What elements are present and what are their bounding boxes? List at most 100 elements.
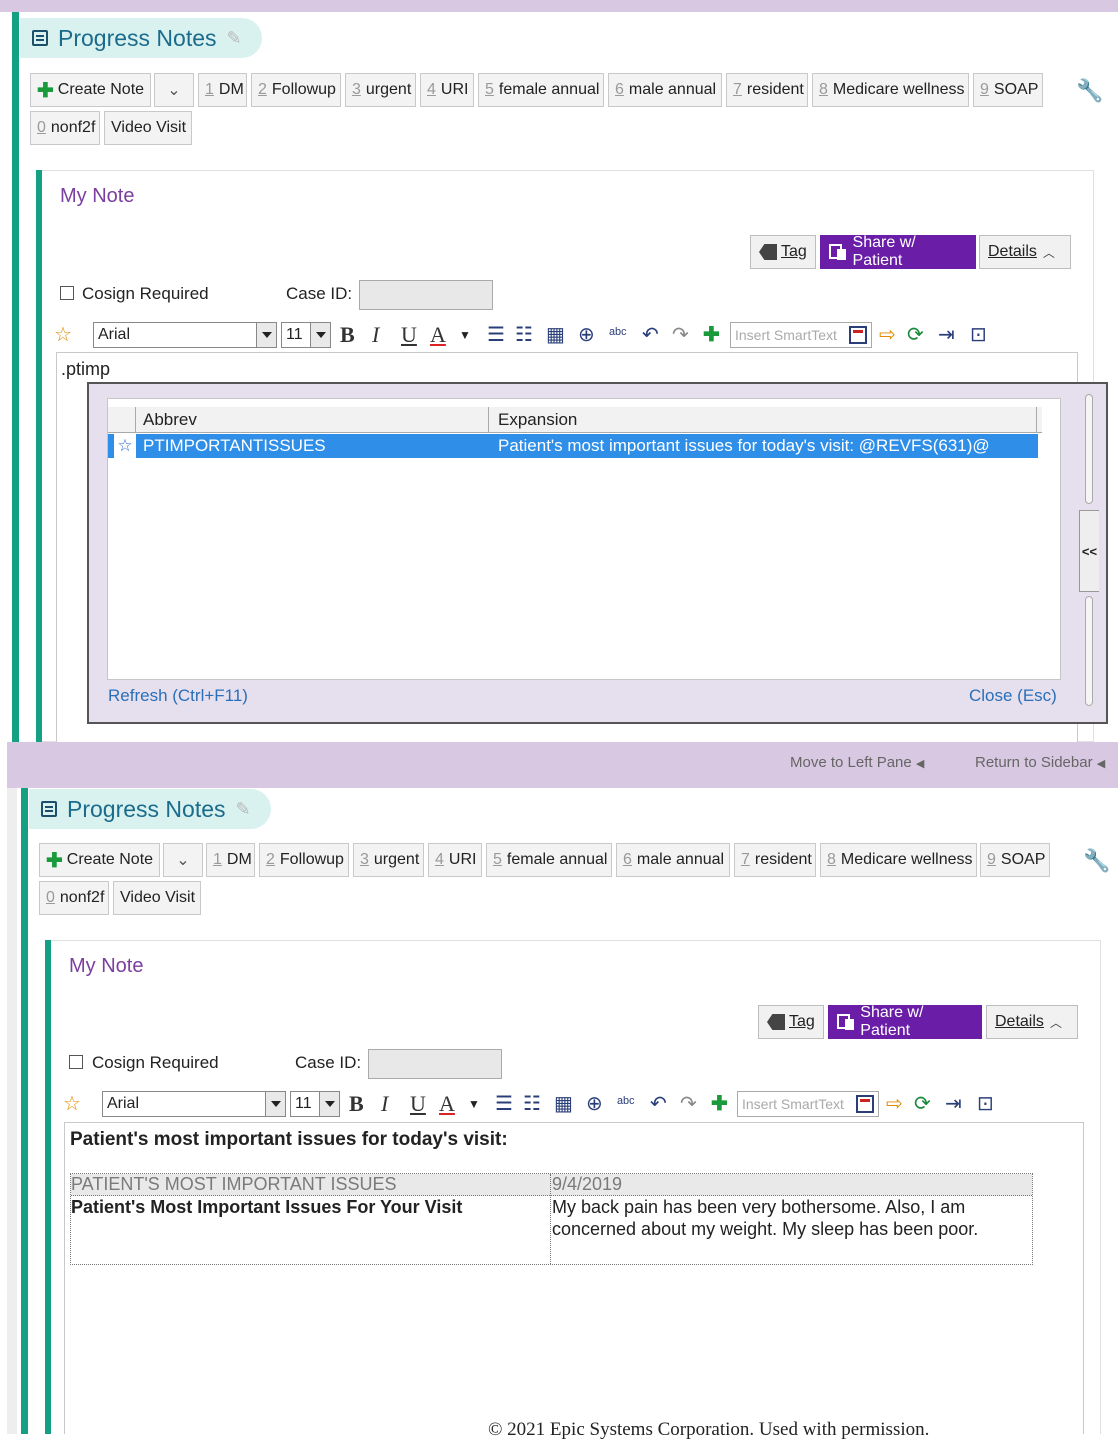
close-link[interactable]: Close (Esc) bbox=[969, 686, 1057, 706]
quick-button-medicare-wellness[interactable]: 8 Medicare wellness bbox=[820, 843, 977, 877]
wrench-icon[interactable]: 🔧 bbox=[1076, 78, 1103, 104]
quick-button-uri[interactable]: 4 URI bbox=[428, 843, 482, 877]
import-icon[interactable]: ⇥ bbox=[945, 1091, 962, 1117]
refresh-icon[interactable]: ⟳ bbox=[907, 322, 924, 348]
editor-heading: Patient's most important issues for toda… bbox=[70, 1129, 508, 1150]
quick-button-video-visit[interactable]: Video Visit bbox=[113, 881, 201, 915]
quick-button-nonf2f[interactable]: 0 nonf2f bbox=[30, 111, 100, 145]
column-header-abbrev[interactable]: Abbrev bbox=[143, 407, 197, 433]
save-icon[interactable]: ⊡ bbox=[970, 322, 987, 348]
undo-icon[interactable]: ↶ bbox=[642, 322, 659, 348]
details-button[interactable]: Details ︿ bbox=[979, 235, 1071, 269]
favorite-star-icon[interactable]: ☆ bbox=[114, 434, 136, 458]
star-icon[interactable]: ☆ bbox=[63, 1091, 81, 1117]
column-header-expansion[interactable]: Expansion bbox=[498, 407, 577, 433]
import-icon[interactable]: ⇥ bbox=[938, 322, 955, 348]
underline-icon[interactable]: U bbox=[401, 322, 417, 348]
quick-button-male-annual[interactable]: 6 male annual bbox=[608, 73, 722, 107]
quick-button-medicare-wellness[interactable]: 8 Medicare wellness bbox=[812, 73, 969, 107]
smarttext-table[interactable]: PATIENT'S MOST IMPORTANT ISSUES 9/4/2019… bbox=[70, 1173, 1033, 1265]
add-icon[interactable]: ✚ bbox=[711, 1091, 728, 1117]
underline-icon[interactable]: U bbox=[410, 1091, 426, 1117]
font-family-select[interactable]: Arial bbox=[93, 322, 277, 348]
create-note-dropdown[interactable]: ⌄ bbox=[154, 73, 194, 107]
quick-button-dm[interactable]: 1 DM bbox=[206, 843, 255, 877]
insert-smarttext-field[interactable]: Insert SmartText bbox=[737, 1091, 879, 1117]
case-id-input[interactable] bbox=[368, 1049, 502, 1079]
spellcheck-icon[interactable]: ᵃᵇᶜ bbox=[609, 322, 627, 348]
collapse-tab[interactable]: << bbox=[1079, 510, 1099, 592]
quick-button-uri[interactable]: 4 URI bbox=[420, 73, 474, 107]
font-size-select[interactable]: 11 bbox=[290, 1091, 340, 1117]
quick-button-urgent[interactable]: 3 urgent bbox=[353, 843, 424, 877]
star-icon[interactable]: ☆ bbox=[54, 322, 72, 348]
tag-button[interactable]: Tag bbox=[758, 1005, 824, 1039]
save-icon[interactable]: ⊡ bbox=[977, 1091, 994, 1117]
quick-button-female-annual[interactable]: 5 female annual bbox=[486, 843, 612, 877]
case-id-input[interactable] bbox=[359, 280, 493, 310]
create-note-button[interactable]: ✚ Create Note bbox=[39, 843, 160, 877]
font-color-icon[interactable]: A bbox=[430, 322, 446, 348]
add-icon[interactable]: ✚ bbox=[703, 322, 720, 348]
arrow-right-icon[interactable]: ⇨ bbox=[879, 322, 896, 348]
redo-icon[interactable]: ↷ bbox=[672, 322, 689, 348]
quick-button-male-annual[interactable]: 6 male annual bbox=[616, 843, 730, 877]
numbered-list-icon[interactable]: ☷ bbox=[515, 322, 533, 348]
table-icon[interactable]: ▦ bbox=[546, 322, 565, 348]
quick-button-soap[interactable]: 9 SOAP bbox=[973, 73, 1043, 107]
share-with-patient-button[interactable]: Share w/ Patient bbox=[820, 234, 976, 269]
popup-scrollbar[interactable] bbox=[1085, 394, 1093, 504]
cosign-checkbox[interactable] bbox=[60, 286, 74, 300]
pencil-icon[interactable]: ✎ bbox=[227, 28, 242, 49]
quick-button-dm[interactable]: 1 DM bbox=[198, 73, 247, 107]
smarttext-icon[interactable] bbox=[856, 1095, 874, 1113]
undo-icon[interactable]: ↶ bbox=[650, 1091, 667, 1117]
numbered-list-icon[interactable]: ☷ bbox=[523, 1091, 541, 1117]
spellcheck-icon[interactable]: ᵃᵇᶜ bbox=[617, 1091, 635, 1117]
quick-button-urgent[interactable]: 3 urgent bbox=[345, 73, 416, 107]
tag-button[interactable]: Tag bbox=[750, 235, 816, 269]
create-note-button[interactable]: ✚ Create Note bbox=[30, 73, 151, 107]
note-title[interactable]: My Note bbox=[69, 955, 143, 978]
return-to-sidebar-link[interactable]: Return to Sidebar ◀ bbox=[975, 754, 1105, 771]
refresh-icon[interactable]: ⟳ bbox=[914, 1091, 931, 1117]
pencil-icon[interactable]: ✎ bbox=[236, 799, 251, 820]
create-note-dropdown[interactable]: ⌄ bbox=[163, 843, 203, 877]
font-color-dropdown-icon[interactable]: ▼ bbox=[468, 1091, 480, 1117]
quick-button-followup[interactable]: 2 Followup bbox=[251, 73, 341, 107]
note-title[interactable]: My Note bbox=[60, 185, 134, 208]
font-color-icon[interactable]: A bbox=[439, 1091, 455, 1117]
zoom-icon[interactable]: ⊕ bbox=[586, 1091, 603, 1117]
cosign-checkbox[interactable] bbox=[69, 1055, 83, 1069]
italic-icon[interactable]: I bbox=[381, 1091, 388, 1117]
arrow-right-icon[interactable]: ⇨ bbox=[886, 1091, 903, 1117]
quick-button-video-visit[interactable]: Video Visit bbox=[104, 111, 192, 145]
bullet-list-icon[interactable]: ☰ bbox=[495, 1091, 513, 1117]
zoom-icon[interactable]: ⊕ bbox=[578, 322, 595, 348]
font-color-dropdown-icon[interactable]: ▼ bbox=[459, 322, 471, 348]
smarttext-icon[interactable] bbox=[849, 326, 867, 344]
wrench-icon[interactable]: 🔧 bbox=[1083, 848, 1110, 874]
details-button[interactable]: Details ︿ bbox=[986, 1005, 1078, 1039]
quick-button-followup[interactable]: 2 Followup bbox=[259, 843, 349, 877]
quick-button-nonf2f[interactable]: 0 nonf2f bbox=[39, 881, 109, 915]
font-size-select[interactable]: 11 bbox=[281, 322, 331, 348]
quick-button-female-annual[interactable]: 5 female annual bbox=[478, 73, 604, 107]
note-editor[interactable]: Patient's most important issues for toda… bbox=[64, 1122, 1084, 1434]
italic-icon[interactable]: I bbox=[372, 322, 379, 348]
list-item[interactable]: ☆ PTIMPORTANTISSUES Patient's most impor… bbox=[108, 434, 1038, 458]
bullet-list-icon[interactable]: ☰ bbox=[487, 322, 505, 348]
bold-icon[interactable]: B bbox=[349, 1091, 364, 1117]
share-with-patient-button[interactable]: Share w/ Patient bbox=[828, 1004, 982, 1039]
quick-button-resident[interactable]: 7 resident bbox=[734, 843, 816, 877]
redo-icon[interactable]: ↷ bbox=[680, 1091, 697, 1117]
refresh-link[interactable]: Refresh (Ctrl+F11) bbox=[108, 686, 248, 706]
quick-button-resident[interactable]: 7 resident bbox=[726, 73, 808, 107]
bold-icon[interactable]: B bbox=[340, 322, 355, 348]
font-family-select[interactable]: Arial bbox=[102, 1091, 286, 1117]
quick-button-soap[interactable]: 9 SOAP bbox=[980, 843, 1050, 877]
move-to-left-pane-link[interactable]: Move to Left Pane ◀ bbox=[790, 754, 924, 771]
table-icon[interactable]: ▦ bbox=[554, 1091, 573, 1117]
popup-scrollbar-lower[interactable] bbox=[1085, 596, 1093, 706]
insert-smarttext-field[interactable]: Insert SmartText bbox=[730, 322, 872, 348]
